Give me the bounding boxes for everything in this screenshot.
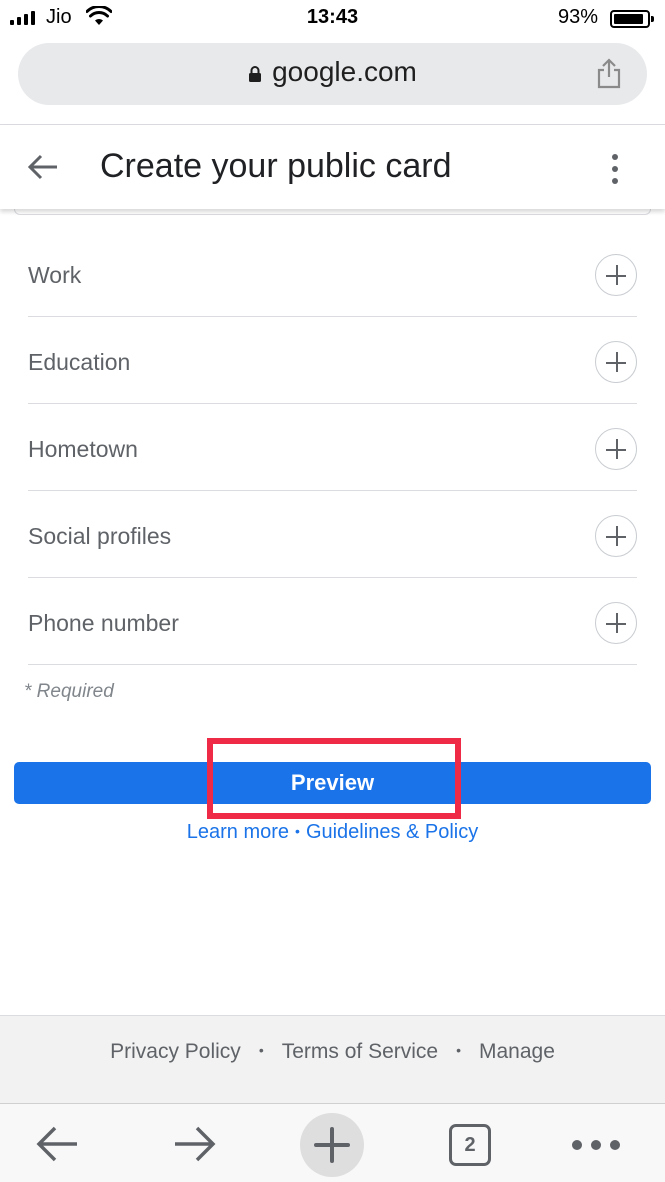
forward-arrow-icon[interactable] bbox=[172, 1122, 218, 1166]
app-header: Create your public card bbox=[0, 125, 665, 209]
tab-switcher-icon[interactable]: 2 bbox=[449, 1124, 491, 1166]
preview-button[interactable]: Preview bbox=[14, 762, 651, 804]
lock-icon bbox=[249, 66, 262, 82]
separator: • bbox=[456, 1042, 461, 1058]
add-circle-icon[interactable] bbox=[595, 602, 637, 644]
field-row-education[interactable]: Education bbox=[28, 317, 637, 404]
share-icon[interactable] bbox=[595, 57, 623, 89]
more-vert-icon[interactable] bbox=[605, 152, 625, 186]
guidelines-link[interactable]: Guidelines & Policy bbox=[306, 821, 478, 843]
field-label: Work bbox=[28, 262, 82, 288]
add-circle-icon[interactable] bbox=[595, 515, 637, 557]
field-row-social-profiles[interactable]: Social profiles bbox=[28, 491, 637, 578]
field-label: Social profiles bbox=[28, 523, 172, 549]
field-label: Phone number bbox=[28, 610, 179, 636]
separator: • bbox=[295, 823, 300, 839]
field-row-work[interactable]: Work bbox=[28, 230, 637, 317]
field-label: Education bbox=[28, 349, 131, 375]
help-links: Learn more • Guidelines & Policy bbox=[0, 821, 665, 844]
add-circle-icon[interactable] bbox=[595, 428, 637, 470]
battery-percent: 93% bbox=[558, 6, 599, 28]
back-arrow-icon[interactable] bbox=[34, 1122, 80, 1166]
add-circle-icon[interactable] bbox=[595, 254, 637, 296]
separator: • bbox=[258, 1042, 264, 1058]
field-label: Hometown bbox=[28, 436, 138, 462]
required-note: * Required bbox=[24, 681, 114, 702]
arrow-left-icon[interactable] bbox=[25, 149, 61, 185]
address-bar[interactable]: google.com bbox=[18, 43, 647, 105]
new-tab-plus-icon[interactable] bbox=[300, 1113, 364, 1177]
field-row-phone-number[interactable]: Phone number bbox=[28, 578, 637, 665]
more-horiz-icon[interactable] bbox=[572, 1140, 620, 1150]
learn-more-link[interactable]: Learn more bbox=[187, 821, 289, 843]
manage-link[interactable]: Manage bbox=[479, 1040, 555, 1063]
site-footer: Privacy Policy • Terms of Service • Manage bbox=[0, 1015, 665, 1103]
status-bar: Jio 13:43 93% bbox=[0, 0, 665, 38]
add-circle-icon[interactable] bbox=[595, 341, 637, 383]
battery-icon bbox=[610, 10, 654, 28]
browser-toolbar: 2 bbox=[0, 1103, 665, 1182]
terms-of-service-link[interactable]: Terms of Service bbox=[282, 1040, 438, 1063]
url-text: google.com bbox=[272, 56, 417, 87]
field-row-hometown[interactable]: Hometown bbox=[28, 404, 637, 491]
page-title: Create your public card bbox=[100, 147, 452, 185]
privacy-policy-link[interactable]: Privacy Policy bbox=[110, 1040, 241, 1063]
